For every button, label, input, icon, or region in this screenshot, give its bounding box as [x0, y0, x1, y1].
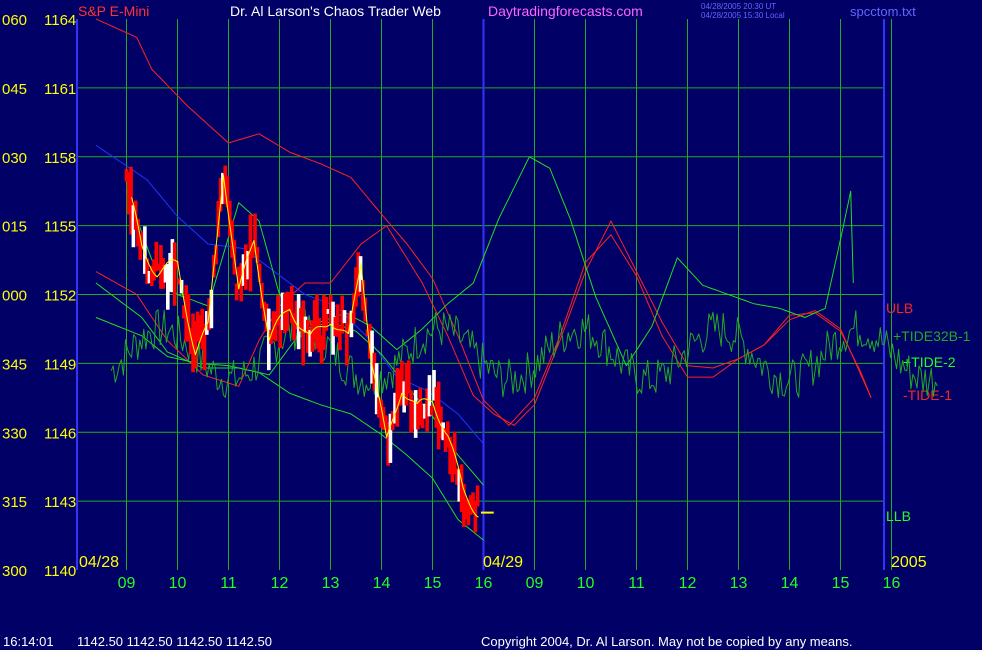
price-bar	[429, 405, 434, 416]
chart-series	[95, 18, 938, 541]
x-hour-label: 16	[475, 575, 493, 592]
y-angle-label: 060	[2, 12, 27, 29]
price-bar	[342, 310, 347, 324]
y-price-label: 1164	[44, 12, 76, 29]
instrument-label: S&P E-Mini	[78, 3, 149, 19]
y-price-label: 1155	[44, 219, 76, 236]
band-label: LLB	[886, 508, 911, 524]
y-angle-label: 330	[2, 425, 27, 442]
price-bar	[209, 289, 214, 329]
tide32-line	[110, 308, 938, 399]
y-price-label: 1152	[44, 288, 76, 305]
band-label: ULB	[886, 300, 913, 316]
date-label-year: 2005	[891, 554, 927, 571]
y-angle-label: 000	[2, 288, 27, 305]
x-hour-label: 12	[271, 575, 289, 592]
timestamp-ut: 04/28/2005 20:30 UT	[701, 2, 776, 11]
chart-svg: 060 1164 045 1161 030 1158 015 1155 000 1152 345 11…	[2, 2, 971, 649]
band-label: +TIDE32B-1	[893, 328, 971, 344]
x-hour-label: 09	[118, 575, 136, 592]
footer-quotes: 1142.50 1142.50 1142.50 1142.50	[77, 634, 272, 649]
y-price-label: 1146	[44, 425, 76, 442]
footer-copyright: Copyright 2004, Dr. Al Larson. May not b…	[481, 634, 852, 649]
y-price-label: 1158	[44, 150, 76, 167]
y-angle-label: 300	[2, 563, 27, 580]
x-hour-label: 11	[628, 575, 645, 592]
price-bar	[475, 485, 480, 507]
timestamp-local: 04/28/2005 15:30 Local	[701, 11, 785, 20]
x-hour-label: 09	[526, 575, 544, 592]
y-price-label: 1143	[44, 494, 76, 511]
y-angle-label: 030	[2, 150, 27, 167]
date-label-start: 04/28	[79, 554, 119, 571]
y-price-label: 1161	[44, 81, 76, 98]
x-hour-label: 12	[679, 575, 697, 592]
x-hour-label: 11	[220, 575, 237, 592]
x-hour-label: 10	[577, 575, 595, 592]
x-hour-label: 13	[730, 575, 748, 592]
x-hour-label: 16	[883, 575, 901, 592]
x-hour-label: 14	[373, 575, 391, 592]
x-hour-label: 15	[832, 575, 850, 592]
x-hour-label: 13	[322, 575, 340, 592]
site-link[interactable]: Daytradingforecasts.com	[488, 3, 643, 19]
data-file-label: spcctom.txt	[850, 4, 916, 19]
price-bar	[172, 242, 177, 306]
x-hour-label: 10	[169, 575, 187, 592]
x-hour-label: 15	[424, 575, 442, 592]
chart-title: Dr. Al Larson's Chaos Trader Web	[230, 3, 441, 19]
price-bar	[406, 360, 411, 394]
footer-time: 16:14:01	[3, 634, 54, 649]
y-angle-label: 315	[2, 494, 27, 511]
date-label-mid: 04/29	[483, 554, 523, 571]
y-price-label: 1149	[44, 356, 76, 373]
y-angle-label: 345	[2, 356, 27, 373]
tide2-line	[95, 156, 854, 376]
y-angle-label: 045	[2, 81, 27, 98]
y-angle-label: 015	[2, 219, 27, 236]
band-label: +TIDE-2	[903, 354, 956, 370]
y-price-label: 1140	[44, 563, 76, 580]
price-bar	[301, 300, 306, 366]
chart-grid: 060 1164 045 1161 030 1158 015 1155 000 1152 345 11…	[2, 12, 971, 592]
x-hour-label: 14	[781, 575, 799, 592]
